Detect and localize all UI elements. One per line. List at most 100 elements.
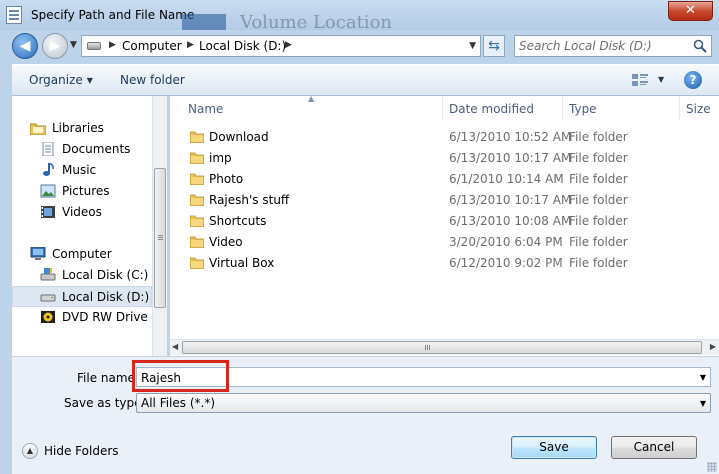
file-name-label: File name: <box>77 371 139 385</box>
file-type: File folder <box>569 214 628 228</box>
scroll-left-icon[interactable]: ◀ <box>172 342 178 351</box>
breadcrumb-chevron-icon[interactable]: ▶ <box>285 40 292 50</box>
scroll-right-icon[interactable]: ▶ <box>710 342 716 351</box>
breadcrumb-chevron-icon[interactable]: ▶ <box>187 40 194 50</box>
scrollbar-thumb[interactable] <box>182 341 702 354</box>
folder-icon <box>190 152 204 164</box>
nav-item-local-disk-d[interactable]: Local Disk (D:) <box>12 286 152 307</box>
search-icon[interactable] <box>693 39 707 53</box>
forward-arrow-icon: ▶ <box>49 38 61 54</box>
navigation-scrollbar[interactable] <box>152 96 167 356</box>
file-name: Download <box>209 130 269 144</box>
search-box[interactable] <box>514 35 712 57</box>
address-row: ◀ ▶ ▼ ▶ Computer ▶ Local Disk (D:) ▶ ▼ ⇆ <box>0 30 719 62</box>
chevron-down-icon[interactable]: ▼ <box>700 373 706 382</box>
list-item[interactable]: Rajesh's stuff 6/13/2010 10:17 AM File fol… <box>170 190 719 211</box>
nav-item-computer[interactable]: Computer <box>30 244 166 265</box>
resize-grip[interactable] <box>707 462 717 472</box>
sort-ascending-icon: ▲ <box>308 96 315 103</box>
file-type: File folder <box>569 151 628 165</box>
drive-icon <box>40 268 56 281</box>
date-modified: 6/1/2010 10:14 AM <box>449 172 564 186</box>
close-icon: ✕ <box>685 3 696 18</box>
nav-item-pictures[interactable]: Pictures <box>40 181 166 202</box>
close-button[interactable]: ✕ <box>668 1 713 21</box>
list-item[interactable]: Video 3/20/2010 6:04 PM File folder <box>170 232 719 253</box>
dialog-icon <box>6 6 22 24</box>
list-item[interactable]: Download 6/13/2010 10:52 AM File folder <box>170 127 719 148</box>
libraries-icon <box>30 123 46 135</box>
address-dropdown-icon[interactable]: ▼ <box>469 41 476 51</box>
new-folder-button[interactable]: New folder <box>120 73 185 87</box>
file-list: ▲ Name Date modified Type Size Download 6… <box>170 96 719 356</box>
background-window-tile <box>182 14 226 30</box>
list-item[interactable]: Shortcuts 6/13/2010 10:08 AM File folder <box>170 211 719 232</box>
nav-label: Videos <box>62 205 102 219</box>
computer-icon <box>30 247 46 260</box>
list-item[interactable]: imp 6/13/2010 10:17 AM File folder <box>170 148 719 169</box>
nav-label: Local Disk (C:) <box>62 268 149 282</box>
change-view-icon[interactable] <box>632 74 648 87</box>
scrollbar-thumb[interactable] <box>154 168 166 308</box>
column-header-date-modified[interactable]: Date modified <box>443 96 563 121</box>
file-type: File folder <box>569 193 628 207</box>
nav-label: Documents <box>62 142 131 156</box>
folder-icon <box>190 215 204 227</box>
nav-item-documents[interactable]: Documents <box>40 139 166 160</box>
column-header-type[interactable]: Type <box>563 96 680 121</box>
music-icon <box>43 163 54 176</box>
help-icon[interactable]: ? <box>684 71 702 89</box>
refresh-button[interactable]: ⇆ <box>483 35 505 57</box>
save-as-type-label: Save as type: <box>64 396 146 410</box>
view-options-dropdown-icon[interactable]: ▼ <box>658 75 664 84</box>
date-modified: 6/13/2010 10:08 AM <box>449 214 572 228</box>
save-button[interactable]: Save <box>511 436 597 459</box>
folder-icon <box>190 173 204 185</box>
nav-item-libraries[interactable]: Libraries <box>30 118 166 139</box>
date-modified: 6/13/2010 10:17 AM <box>449 193 572 207</box>
column-header-size[interactable]: Size <box>680 96 719 121</box>
breadcrumb-chevron-icon[interactable]: ▶ <box>109 40 116 50</box>
list-item[interactable]: Virtual Box 6/12/2010 9:02 PM File folder <box>170 253 719 274</box>
title-bar: Specify Path and File Name Volume Locati… <box>0 0 719 33</box>
save-as-type-value: All Files (*.*) <box>141 396 216 410</box>
date-modified: 6/13/2010 10:17 AM <box>449 151 572 165</box>
nav-item-videos[interactable]: Videos <box>40 202 166 223</box>
pictures-icon <box>40 184 56 198</box>
navigation-pane: Libraries Documents Music Pictures Video… <box>12 96 167 356</box>
nav-label: Libraries <box>52 121 104 135</box>
save-options-panel: File name: ▼ Save as type: All Files (*.… <box>12 356 719 474</box>
forward-button[interactable]: ▶ <box>42 33 68 59</box>
breadcrumb-local-disk-d[interactable]: Local Disk (D:) <box>199 39 286 53</box>
file-type: File folder <box>569 235 628 249</box>
nav-label: Computer <box>52 247 112 261</box>
folder-icon <box>190 257 204 269</box>
videos-icon <box>41 206 55 218</box>
nav-item-local-disk-c[interactable]: Local Disk (C:) <box>40 265 166 286</box>
nav-item-music[interactable]: Music <box>40 160 166 181</box>
drive-icon <box>40 294 56 302</box>
file-type: File folder <box>569 256 628 270</box>
file-name: Virtual Box <box>209 256 275 270</box>
file-name: Video <box>209 235 243 249</box>
recent-pages-dropdown-icon[interactable]: ▼ <box>70 40 77 50</box>
documents-icon <box>42 142 54 156</box>
horizontal-scrollbar[interactable]: ◀ ▶ <box>170 339 719 355</box>
save-as-type-select[interactable]: All Files (*.*) ▼ <box>136 393 711 413</box>
refresh-icon: ⇆ <box>488 38 500 54</box>
organize-menu[interactable]: Organize ▼ <box>29 73 93 87</box>
list-item[interactable]: Photo 6/1/2010 10:14 AM File folder <box>170 169 719 190</box>
back-button[interactable]: ◀ <box>12 33 38 59</box>
file-name: imp <box>209 151 232 165</box>
nav-label: Music <box>62 163 97 177</box>
search-input[interactable] <box>519 38 689 54</box>
nav-item-dvd-drive[interactable]: DVD RW Drive (E: <box>40 307 166 328</box>
breadcrumb-computer[interactable]: Computer <box>122 39 182 53</box>
cancel-button[interactable]: Cancel <box>611 436 697 459</box>
nav-label: Pictures <box>62 184 110 198</box>
breadcrumb[interactable]: ▶ Computer ▶ Local Disk (D:) ▶ ▼ <box>81 35 481 57</box>
date-modified: 3/20/2010 6:04 PM <box>449 235 563 249</box>
column-header-name[interactable]: ▲ Name <box>170 96 443 121</box>
organize-label: Organize <box>29 73 83 87</box>
chevron-up-icon: ▲ <box>22 443 38 459</box>
